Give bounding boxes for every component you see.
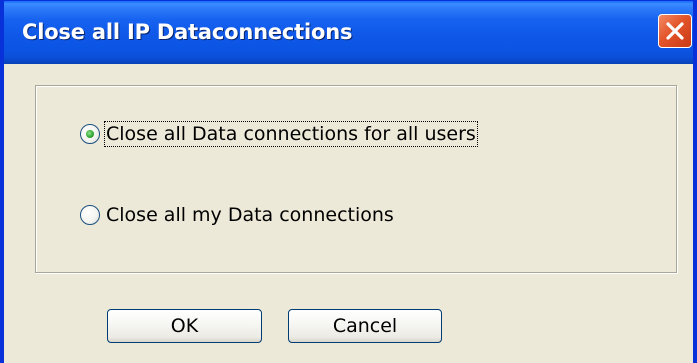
option-close-my-connections[interactable]: Close all my Data connections <box>80 202 396 228</box>
radio-selected-dot-icon <box>86 130 94 138</box>
title-bar[interactable]: Close all IP Dataconnections <box>4 1 693 64</box>
radio-button-unselected[interactable] <box>80 205 100 225</box>
radio-button-selected[interactable] <box>80 124 100 144</box>
option-label-all-users: Close all Data connections for all users <box>104 121 478 147</box>
options-group <box>35 85 677 273</box>
close-x-icon <box>666 22 684 40</box>
option-close-all-users[interactable]: Close all Data connections for all users <box>80 121 478 147</box>
close-button[interactable] <box>658 14 692 48</box>
ok-button[interactable]: OK <box>107 309 262 343</box>
option-label-my-connections: Close all my Data connections <box>106 204 394 226</box>
dialog-title: Close all IP Dataconnections <box>22 20 353 44</box>
cancel-button[interactable]: Cancel <box>288 309 442 343</box>
